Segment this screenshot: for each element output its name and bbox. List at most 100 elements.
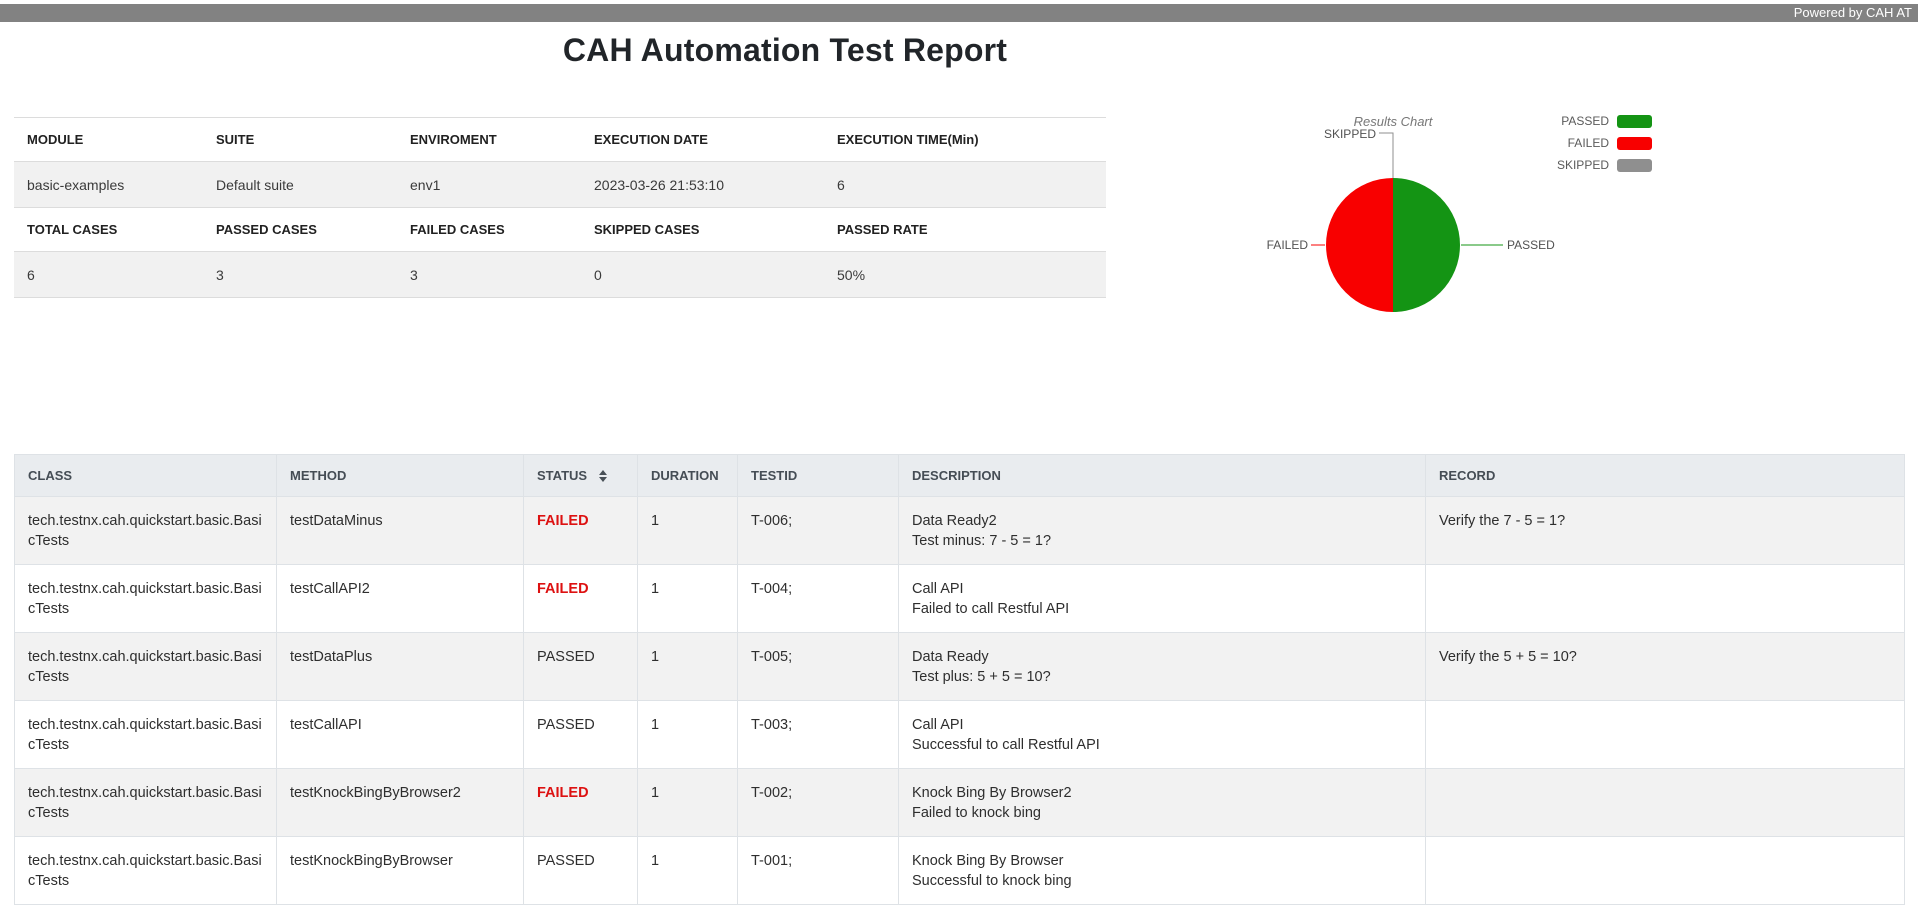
chart-legend: PASSED FAILED SKIPPED (1557, 114, 1652, 172)
description-line2: Test minus: 7 - 5 = 1? (912, 531, 1412, 551)
testid-cell: T-005; (738, 633, 899, 701)
class-cell: tech.testnx.cah.quickstart.basic.BasicTe… (15, 769, 277, 837)
legend-label-passed: PASSED (1561, 114, 1609, 128)
description-cell: Knock Bing By Browser Successful to knoc… (899, 837, 1426, 905)
legend-swatch-passed-icon (1617, 115, 1652, 128)
description-cell: Call API Successful to call Restful API (899, 701, 1426, 769)
results-table: CLASS METHOD STATUS DURATION TESTID DESC… (14, 454, 1905, 905)
method-cell: testDataMinus (277, 497, 524, 565)
legend-label-skipped: SKIPPED (1557, 158, 1609, 172)
description-line1: Call API (912, 579, 1412, 599)
legend-label-failed: FAILED (1568, 136, 1609, 150)
summary-header-row-2: TOTAL CASES PASSED CASES FAILED CASES SK… (14, 208, 1106, 252)
table-row: tech.testnx.cah.quickstart.basic.BasicTe… (15, 565, 1905, 633)
summary-value-module: basic-examples (14, 162, 203, 208)
summary-value-row-1: basic-examples Default suite env1 2023-0… (14, 162, 1106, 208)
column-header-testid: TESTID (738, 455, 899, 497)
method-cell: testDataPlus (277, 633, 524, 701)
results-chart: Results Chart SKIPPED FAILED PASSED PASS… (1200, 100, 1670, 335)
class-cell: tech.testnx.cah.quickstart.basic.BasicTe… (15, 701, 277, 769)
column-header-status-label: STATUS (537, 468, 587, 483)
status-cell: FAILED (524, 497, 638, 565)
summary-value-enviroment: env1 (397, 162, 581, 208)
sort-icon[interactable] (599, 470, 607, 482)
description-line2: Successful to knock bing (912, 871, 1412, 891)
legend-swatch-failed-icon (1617, 137, 1652, 150)
summary-header-failed-cases: FAILED CASES (397, 208, 581, 252)
summary-value-suite: Default suite (203, 162, 397, 208)
duration-cell: 1 (638, 497, 738, 565)
legend-item-skipped[interactable]: SKIPPED (1557, 158, 1652, 172)
class-cell: tech.testnx.cah.quickstart.basic.BasicTe… (15, 633, 277, 701)
record-cell (1426, 701, 1905, 769)
status-cell: FAILED (524, 769, 638, 837)
pie-label-passed: PASSED (1507, 238, 1597, 252)
column-header-record: RECORD (1426, 455, 1905, 497)
skipped-callout-line (1379, 133, 1393, 178)
summary-value-passed-rate: 50% (824, 252, 1106, 298)
description-cell: Call API Failed to call Restful API (899, 565, 1426, 633)
column-header-method: METHOD (277, 455, 524, 497)
description-line2: Test plus: 5 + 5 = 10? (912, 667, 1412, 687)
summary-value-passed-cases: 3 (203, 252, 397, 298)
method-cell: testKnockBingByBrowser2 (277, 769, 524, 837)
table-row: tech.testnx.cah.quickstart.basic.BasicTe… (15, 769, 1905, 837)
summary-header-row-1: MODULE SUITE ENVIROMENT EXECUTION DATE E… (14, 118, 1106, 162)
summary-value-execution-time: 6 (824, 162, 1106, 208)
topbar: Powered by CAH AT (0, 4, 1918, 22)
pie-label-skipped: SKIPPED (1276, 127, 1376, 141)
method-cell: testKnockBingByBrowser (277, 837, 524, 905)
summary-table: MODULE SUITE ENVIROMENT EXECUTION DATE E… (14, 117, 1106, 298)
results-header-row: CLASS METHOD STATUS DURATION TESTID DESC… (15, 455, 1905, 497)
description-line1: Data Ready2 (912, 511, 1412, 531)
description-cell: Knock Bing By Browser2 Failed to knock b… (899, 769, 1426, 837)
test-report-page: { "topbar": { "powered_by": "Powered by … (0, 0, 1918, 910)
duration-cell: 1 (638, 769, 738, 837)
summary-header-passed-cases: PASSED CASES (203, 208, 397, 252)
summary-header-execution-date: EXECUTION DATE (581, 118, 824, 162)
record-cell (1426, 565, 1905, 633)
table-row: tech.testnx.cah.quickstart.basic.BasicTe… (15, 497, 1905, 565)
testid-cell: T-001; (738, 837, 899, 905)
testid-cell: T-004; (738, 565, 899, 633)
record-cell (1426, 769, 1905, 837)
summary-header-total-cases: TOTAL CASES (14, 208, 203, 252)
description-cell: Data Ready2 Test minus: 7 - 5 = 1? (899, 497, 1426, 565)
class-cell: tech.testnx.cah.quickstart.basic.BasicTe… (15, 497, 277, 565)
summary-header-passed-rate: PASSED RATE (824, 208, 1106, 252)
summary-value-execution-date: 2023-03-26 21:53:10 (581, 162, 824, 208)
summary-header-enviroment: ENVIROMENT (397, 118, 581, 162)
testid-cell: T-003; (738, 701, 899, 769)
legend-item-failed[interactable]: FAILED (1568, 136, 1652, 150)
legend-item-passed[interactable]: PASSED (1561, 114, 1652, 128)
duration-cell: 1 (638, 701, 738, 769)
summary-value-skipped-cases: 0 (581, 252, 824, 298)
table-row: tech.testnx.cah.quickstart.basic.BasicTe… (15, 701, 1905, 769)
record-cell: Verify the 5 + 5 = 10? (1426, 633, 1905, 701)
record-cell (1426, 837, 1905, 905)
table-row: tech.testnx.cah.quickstart.basic.BasicTe… (15, 837, 1905, 905)
pie-label-failed: FAILED (1228, 238, 1308, 252)
method-cell: testCallAPI2 (277, 565, 524, 633)
description-line1: Data Ready (912, 647, 1412, 667)
column-header-status[interactable]: STATUS (524, 455, 638, 497)
record-cell: Verify the 7 - 5 = 1? (1426, 497, 1905, 565)
summary-value-failed-cases: 3 (397, 252, 581, 298)
status-cell: PASSED (524, 837, 638, 905)
powered-by-label: Powered by CAH AT (1794, 5, 1912, 20)
class-cell: tech.testnx.cah.quickstart.basic.BasicTe… (15, 837, 277, 905)
testid-cell: T-006; (738, 497, 899, 565)
class-cell: tech.testnx.cah.quickstart.basic.BasicTe… (15, 565, 277, 633)
duration-cell: 1 (638, 837, 738, 905)
description-cell: Data Ready Test plus: 5 + 5 = 10? (899, 633, 1426, 701)
description-line1: Knock Bing By Browser (912, 851, 1412, 871)
description-line2: Failed to knock bing (912, 803, 1412, 823)
column-header-class: CLASS (15, 455, 277, 497)
legend-swatch-skipped-icon (1617, 159, 1652, 172)
column-header-description: DESCRIPTION (899, 455, 1426, 497)
status-cell: FAILED (524, 565, 638, 633)
table-row: tech.testnx.cah.quickstart.basic.BasicTe… (15, 633, 1905, 701)
summary-header-skipped-cases: SKIPPED CASES (581, 208, 824, 252)
summary-header-module: MODULE (14, 118, 203, 162)
description-line1: Call API (912, 715, 1412, 735)
